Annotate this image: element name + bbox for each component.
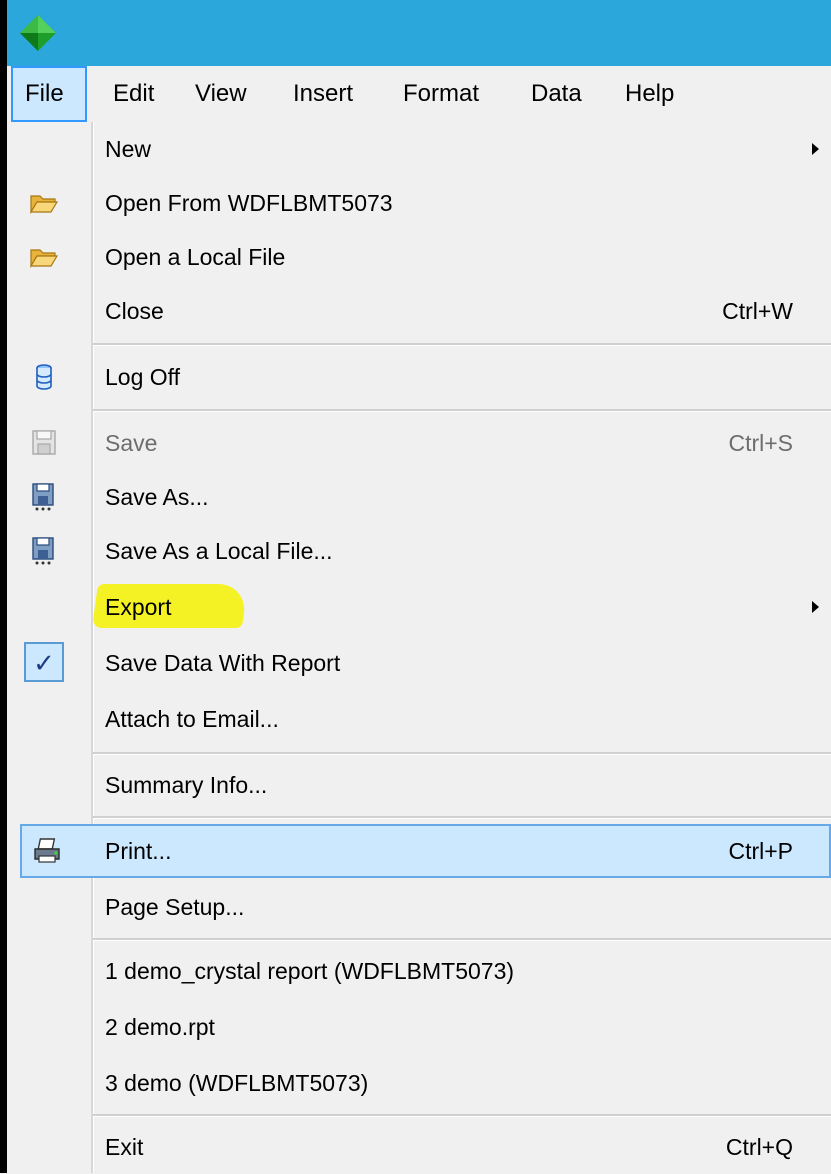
menu-item-new[interactable]: New: [7, 122, 831, 176]
menu-item-label: Close: [105, 298, 164, 324]
menu-edit[interactable]: Edit: [101, 66, 166, 122]
menu-file[interactable]: File: [11, 66, 87, 122]
shortcut-label: Ctrl+Q: [725, 1134, 793, 1160]
menu-separator: [93, 816, 831, 819]
menu-item-open-from-server[interactable]: Open From WDFLBMT5073: [7, 176, 831, 230]
checkmark-icon: ✓: [24, 642, 64, 682]
printer-icon: [34, 838, 60, 863]
menu-item-save-data-with-report[interactable]: ✓ Save Data With Report: [7, 636, 831, 690]
menu-item-label: Print...: [105, 838, 172, 864]
folder-open-icon: [29, 195, 59, 215]
menu-help[interactable]: Help: [613, 66, 686, 122]
menu-item-recent-file[interactable]: 3 demo (WDFLBMT5073): [7, 1056, 831, 1110]
menu-bar: File Edit View Insert Format Data Help: [7, 66, 831, 122]
menu-item-label: 3 demo (WDFLBMT5073): [105, 1070, 369, 1096]
menu-item-close[interactable]: Close Ctrl+W: [7, 284, 831, 338]
menu-item-save-as[interactable]: Save As...: [7, 470, 831, 524]
title-bar: [7, 0, 831, 66]
menu-item-label: Log Off: [105, 364, 181, 390]
menu-item-label: Save: [105, 430, 158, 456]
submenu-arrow-icon: [812, 143, 819, 155]
menu-item-recent-file[interactable]: 2 demo.rpt: [7, 1000, 831, 1054]
folder-open-icon: [29, 249, 59, 269]
file-dropdown-menu: New Open From WDFLBMT5073 Open a Local F…: [7, 122, 831, 1173]
menu-separator: [93, 938, 831, 941]
menu-separator: [93, 1114, 831, 1117]
menu-item-save[interactable]: Save Ctrl+S: [7, 416, 831, 470]
save-as-icon: [32, 537, 54, 565]
menu-item-label: Save Data With Report: [105, 650, 341, 676]
menu-data[interactable]: Data: [519, 66, 594, 122]
menu-item-label: Attach to Email...: [105, 706, 279, 732]
shortcut-label: Ctrl+S: [728, 430, 793, 456]
menu-item-label: New: [105, 136, 152, 162]
menu-item-open-local-file[interactable]: Open a Local File: [7, 230, 831, 284]
save-as-icon: [32, 483, 54, 511]
menu-item-label: Summary Info...: [105, 772, 268, 798]
database-icon: [36, 364, 52, 390]
menu-insert[interactable]: Insert: [281, 66, 365, 122]
menu-separator: [93, 343, 831, 346]
menu-item-exit[interactable]: Exit Ctrl+Q: [7, 1120, 831, 1174]
save-icon: [32, 430, 56, 455]
menu-item-label: Export: [105, 594, 172, 620]
menu-item-recent-file[interactable]: 1 demo_crystal report (WDFLBMT5073): [7, 944, 831, 998]
menu-item-label: Save As...: [105, 484, 209, 510]
menu-item-label: 2 demo.rpt: [105, 1014, 215, 1040]
menu-item-summary-info[interactable]: Summary Info...: [7, 758, 831, 812]
menu-item-log-off[interactable]: Log Off: [7, 350, 831, 404]
menu-item-save-as-local-file[interactable]: Save As a Local File...: [7, 524, 831, 578]
menu-item-attach-to-email[interactable]: Attach to Email...: [7, 692, 831, 746]
window-left-border: [0, 0, 7, 1173]
menu-item-label: Page Setup...: [105, 894, 245, 920]
menu-item-page-setup[interactable]: Page Setup...: [7, 880, 831, 934]
menu-separator: [93, 752, 831, 755]
menu-item-label: Save As a Local File...: [105, 538, 333, 564]
menu-format[interactable]: Format: [391, 66, 491, 122]
menu-item-export[interactable]: Export: [7, 580, 831, 634]
shortcut-label: Ctrl+W: [722, 298, 793, 324]
submenu-arrow-icon: [812, 601, 819, 613]
menu-separator: [93, 409, 831, 412]
app-logo-icon: [20, 15, 56, 51]
menu-item-label: Open a Local File: [105, 244, 286, 270]
menu-item-label: 1 demo_crystal report (WDFLBMT5073): [105, 958, 515, 984]
menu-view[interactable]: View: [183, 66, 259, 122]
menu-item-label: Open From WDFLBMT5073: [105, 190, 393, 216]
menu-item-print[interactable]: Print... Ctrl+P: [20, 824, 831, 878]
menu-item-label: Exit: [105, 1134, 144, 1160]
shortcut-label: Ctrl+P: [728, 838, 793, 864]
